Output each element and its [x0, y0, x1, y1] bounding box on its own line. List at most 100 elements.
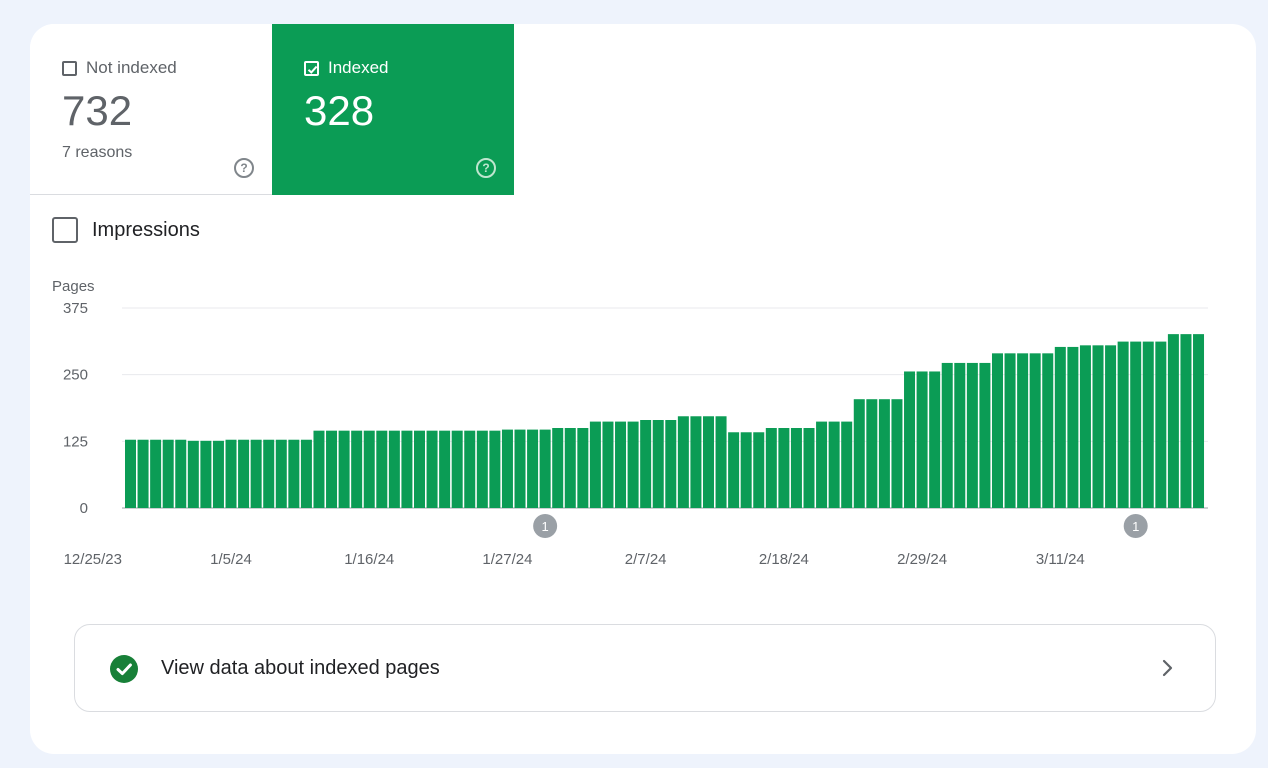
indexed-tile[interactable]: Indexed 328 ? [272, 24, 514, 195]
help-circle-icon[interactable]: ? [234, 158, 254, 178]
chart-bar[interactable] [966, 362, 978, 508]
chart-bar[interactable] [878, 399, 890, 508]
chart-annotations[interactable]: 11 [533, 514, 1148, 538]
chart-bar[interactable] [476, 430, 488, 508]
chart-bar[interactable] [552, 428, 564, 508]
chart-bar[interactable] [150, 439, 162, 508]
chart-bar[interactable] [162, 439, 174, 508]
chart-bar[interactable] [1130, 341, 1142, 508]
chart-bar[interactable] [702, 416, 714, 508]
annotation-marker[interactable]: 1 [533, 514, 558, 538]
chart-bar[interactable] [790, 428, 802, 508]
chart-bar[interactable] [753, 432, 765, 508]
chart-bar[interactable] [589, 421, 601, 508]
chart-bar[interactable] [1004, 353, 1016, 508]
chart-bar[interactable] [577, 428, 589, 508]
chart-bar[interactable] [527, 429, 539, 508]
chart-bar[interactable] [615, 421, 627, 508]
chart-bar[interactable] [1180, 334, 1192, 508]
chart-bar[interactable] [1092, 345, 1104, 508]
chart-bar[interactable] [464, 430, 476, 508]
impressions-label: Impressions [92, 218, 200, 241]
indexed-checkbox[interactable] [304, 60, 319, 76]
chart-bar[interactable] [677, 416, 689, 508]
chart-bar[interactable] [1054, 346, 1066, 508]
chart-bar[interactable] [363, 430, 375, 508]
chart-bar[interactable] [1042, 353, 1054, 508]
chart-bar[interactable] [728, 432, 740, 508]
chart-bar[interactable] [125, 439, 136, 508]
chart-bar[interactable] [991, 353, 1003, 508]
chart-bar[interactable] [1155, 341, 1167, 508]
chart-bar[interactable] [841, 421, 853, 508]
chart-bar[interactable] [1117, 341, 1129, 508]
chart-bar[interactable] [250, 439, 262, 508]
chart-bar[interactable] [1067, 346, 1079, 508]
chart-bar[interactable] [941, 362, 953, 508]
chart-bar[interactable] [690, 416, 702, 508]
chart-bar[interactable] [501, 429, 513, 508]
chart-bar[interactable] [665, 420, 677, 508]
chart-bar[interactable] [338, 430, 350, 508]
chart-bar[interactable] [1142, 341, 1154, 508]
chart-bar[interactable] [652, 420, 664, 508]
chart-bar[interactable] [388, 430, 400, 508]
chart-bar[interactable] [426, 430, 438, 508]
not-indexed-label: Not indexed [86, 58, 177, 77]
chart-bar[interactable] [803, 428, 815, 508]
chart-bar[interactable] [539, 429, 551, 508]
chart-bar[interactable] [376, 430, 388, 508]
chart-bar[interactable] [275, 439, 287, 508]
chart-bar[interactable] [954, 362, 966, 508]
chart-bar[interactable] [1029, 353, 1041, 508]
chart-bar[interactable] [514, 429, 526, 508]
annotation-marker[interactable]: 1 [1123, 514, 1148, 538]
chart-bar[interactable] [929, 371, 941, 508]
chart-bar[interactable] [489, 430, 501, 508]
chart-bar[interactable] [1105, 345, 1117, 508]
chart-bar[interactable] [715, 416, 727, 508]
not-indexed-tile[interactable]: Not indexed 732 7 reasons ? [30, 24, 272, 195]
chart-bar[interactable] [401, 430, 413, 508]
impressions-checkbox[interactable] [52, 217, 78, 243]
chart-bar[interactable] [175, 439, 187, 508]
chart-bar[interactable] [602, 421, 614, 508]
chart-bar[interactable] [1193, 334, 1205, 508]
chart-bar[interactable] [627, 421, 639, 508]
chart-bar[interactable] [238, 439, 250, 508]
impressions-toggle[interactable]: Impressions [52, 217, 200, 243]
chart-bar[interactable] [313, 430, 325, 508]
chart-bar[interactable] [263, 439, 275, 508]
chart-bar[interactable] [1017, 353, 1029, 508]
chart-bar[interactable] [351, 430, 363, 508]
chart-bar[interactable] [916, 371, 928, 508]
not-indexed-checkbox[interactable] [62, 60, 77, 76]
chart-bar[interactable] [904, 371, 916, 508]
chart-bar[interactable] [326, 430, 338, 508]
chart-bar[interactable] [891, 399, 903, 508]
chart-bar[interactable] [740, 432, 752, 508]
view-indexed-pages-link[interactable]: View data about indexed pages [74, 624, 1216, 712]
chart-bar[interactable] [640, 420, 652, 508]
chart-bar[interactable] [765, 428, 777, 508]
chart-bar[interactable] [1167, 334, 1179, 508]
chart-bar[interactable] [187, 440, 199, 508]
chart-bar[interactable] [451, 430, 463, 508]
chart-bar[interactable] [439, 430, 451, 508]
chart-bar[interactable] [200, 440, 212, 508]
chart-bar[interactable] [564, 428, 576, 508]
chart-bar[interactable] [300, 439, 312, 508]
chart-bar[interactable] [979, 362, 991, 508]
chart-bar[interactable] [137, 439, 149, 508]
chart-bar[interactable] [414, 430, 425, 508]
chart-bar[interactable] [225, 439, 237, 508]
chart-bar[interactable] [212, 440, 224, 508]
chart-bar[interactable] [778, 428, 790, 508]
chart-bar[interactable] [853, 399, 865, 508]
help-circle-icon[interactable]: ? [476, 158, 496, 178]
chart-bar[interactable] [866, 399, 878, 508]
chart-bar[interactable] [816, 421, 828, 508]
chart-bar[interactable] [288, 439, 300, 508]
chart-bar[interactable] [828, 421, 840, 508]
chart-bar[interactable] [1079, 345, 1091, 508]
